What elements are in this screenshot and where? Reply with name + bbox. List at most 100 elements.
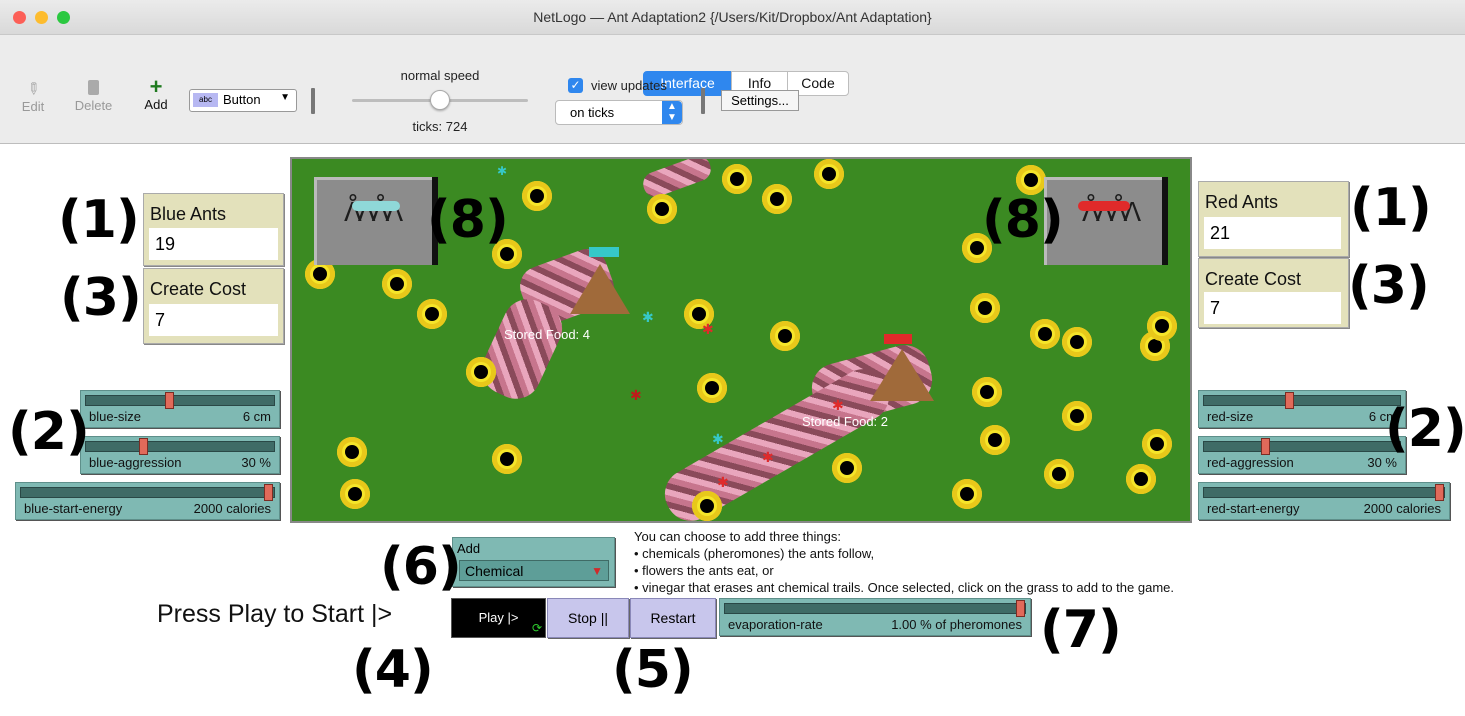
annotation-5: (5) [612,640,694,700]
annotation-3: (3) [60,268,142,328]
red-aggression-slider[interactable]: red-aggression 30 % [1198,436,1406,474]
annotation-2: (2) [8,402,90,462]
update-mode-select[interactable]: on ticks ▲ ▼ [555,100,683,125]
slider-track[interactable] [724,603,1026,614]
red-size-name: red-size [1207,409,1254,424]
widget-type-value: Button [223,92,261,107]
annotation-3: (3) [1348,256,1430,316]
slider-thumb[interactable] [264,484,273,501]
flower [1044,459,1074,489]
blue-start-energy-value: 2000 calories [193,501,271,516]
instructions-line: • chemicals (pheromones) the ants follow… [634,546,875,561]
flower [1062,401,1092,431]
settings-button[interactable]: Settings... [721,90,799,111]
button-widget-icon: abc [193,93,218,107]
red-stored-food: Stored Food: 2 [802,414,888,429]
instructions-line: • vinegar that erases ant chemical trail… [634,580,1174,595]
instructions-line: You can choose to add three things: [634,529,841,544]
blue-stored-food: Stored Food: 4 [504,327,590,342]
view-updates-checkbox[interactable]: ✓ [568,78,583,93]
blue-ant: ✱ [642,309,654,325]
delete-button[interactable]: Delete [71,79,116,113]
red-ant: ✱ [630,387,642,403]
ticks-counter: ticks: 724 [412,119,468,134]
add-chooser[interactable]: Add Chemical ▼ [452,537,615,587]
edit-button[interactable]: ✎ Edit [18,79,48,114]
slider-track[interactable] [20,487,275,498]
chevron-down-icon: ▼ [591,564,603,578]
red-start-energy-slider[interactable]: red-start-energy 2000 calories [1198,482,1450,520]
annotation-1: (1) [1350,178,1432,238]
add-button[interactable]: + Add [139,74,173,113]
flower [340,479,370,509]
slider-thumb[interactable] [1261,438,1270,455]
slider-thumb[interactable] [1435,484,1444,501]
red-ant: ✱ [717,474,729,490]
blue-ant-body [352,201,400,211]
red-ant: ✱ [832,397,844,413]
red-ants-value: 21 [1204,217,1341,249]
red-ant: ✱ [702,321,714,337]
press-play-text: Press Play to Start |> [157,600,393,628]
blue-ant: ✱ [712,431,724,447]
toolbar-divider [311,88,315,114]
evaporation-rate-slider[interactable]: evaporation-rate 1.00 % of pheromones [719,598,1031,636]
evaporation-rate-value: 1.00 % of pheromones [891,617,1022,632]
red-size-slider[interactable]: red-size 6 cm [1198,390,1406,428]
slider-track[interactable] [1203,395,1401,406]
annotation-8: (8) [982,190,1064,250]
chevron-down-icon: ▼ [280,92,290,103]
flower [692,491,722,521]
blue-create-cost-label: Create Cost [150,279,247,299]
red-aggression-name: red-aggression [1207,455,1294,470]
play-button[interactable]: Play |> ⟳ [451,598,546,638]
red-create-cost-monitor: Create Cost 7 [1198,258,1349,328]
annotation-7: (7) [1040,600,1122,660]
toolbar-divider [701,88,705,114]
flower [972,377,1002,407]
slider-thumb[interactable] [1285,392,1294,409]
flower [492,444,522,474]
red-start-energy-value: 2000 calories [1363,501,1441,516]
slider-track[interactable] [1203,487,1445,498]
flower [1147,311,1177,341]
view-updates-label: view updates [591,78,667,93]
slider-track[interactable] [85,441,275,452]
flower [722,164,752,194]
flower [1030,319,1060,349]
flower [1126,464,1156,494]
flower [832,453,862,483]
blue-start-energy-slider[interactable]: blue-start-energy 2000 calories [15,482,280,520]
flower [337,437,367,467]
blue-ants-value: 19 [149,228,278,260]
blue-aggression-value: 30 % [241,455,271,470]
widget-type-select[interactable]: abc Button ▼ [189,89,297,112]
plus-icon: + [149,74,163,99]
slider-thumb[interactable] [165,392,174,409]
flower [952,479,982,509]
blue-aggression-name: blue-aggression [89,455,182,470]
slider-track[interactable] [85,395,275,406]
add-label: Add [144,97,168,112]
forever-icon: ⟳ [531,621,542,635]
restart-button[interactable]: Restart [630,598,716,638]
evaporation-rate-name: evaporation-rate [728,617,823,632]
stop-button[interactable]: Stop || [547,598,629,638]
red-ants-label: Red Ants [1205,192,1279,212]
slider-thumb[interactable] [139,438,148,455]
speed-slider-thumb[interactable] [430,90,450,110]
updown-arrows-icon: ▲ ▼ [662,101,682,124]
title-bar: NetLogo — Ant Adaptation2 {/Users/Kit/Dr… [0,0,1465,35]
instructions-line: • flowers the ants eat, or [634,563,774,578]
blue-size-slider[interactable]: blue-size 6 cm [80,390,280,428]
slider-thumb[interactable] [1016,600,1025,617]
flower [1062,327,1092,357]
toolbar: Interface Info Code ✎ Edit Delete + Add … [0,35,1465,144]
slider-track[interactable] [1203,441,1401,452]
annotation-4: (4) [352,640,434,700]
add-chooser-value[interactable]: Chemical ▼ [459,560,609,581]
flower [1142,429,1172,459]
flower [522,181,552,211]
blue-aggression-slider[interactable]: blue-aggression 30 % [80,436,280,474]
blue-ant-spawn-button[interactable]: ᐰᐱᐰᐱ [314,177,438,265]
